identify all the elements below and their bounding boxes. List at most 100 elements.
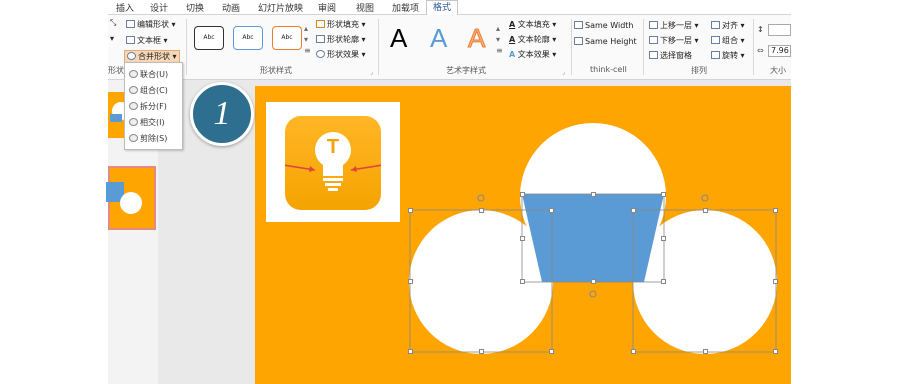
rotate-handle-icon[interactable] (477, 194, 485, 202)
edit-shape-button[interactable]: 编辑形状 ▾ (126, 19, 176, 30)
text-outline-icon: A (509, 35, 516, 44)
separator (186, 19, 187, 75)
rotate-icon (711, 51, 720, 59)
merge-shapes-menu: 联合(U) 组合(C) 拆分(F) 相交(I) 剪除(S) (124, 62, 183, 150)
dialog-launcher-icon[interactable]: ⌟ (370, 69, 373, 76)
menu-item-union[interactable]: 联合(U) (129, 69, 168, 80)
fragment-icon (129, 102, 138, 110)
same-height-icon (574, 37, 583, 45)
align-icon (711, 21, 720, 29)
resize-handle[interactable] (773, 349, 778, 354)
resize-handle[interactable] (661, 192, 666, 197)
tab-animations[interactable]: 动画 (222, 1, 240, 14)
send-backward-button[interactable]: 下移一层 ▾ (649, 35, 699, 46)
union-icon (129, 70, 138, 78)
menu-item-subtract[interactable]: 剪除(S) (129, 133, 167, 144)
resize-handle[interactable] (520, 192, 525, 197)
resize-handle[interactable] (631, 349, 636, 354)
selection-pane-icon (649, 51, 658, 59)
width-field[interactable]: 7.96 (768, 45, 791, 57)
resize-handle[interactable] (520, 236, 525, 241)
tab-design[interactable]: 设计 (150, 1, 168, 14)
tab-slideshow[interactable]: 幻灯片放映 (258, 1, 303, 14)
resize-handle[interactable] (549, 208, 554, 213)
bring-forward-icon (649, 21, 658, 29)
tab-insert[interactable]: 插入 (116, 1, 134, 14)
textbox-icon (126, 36, 135, 44)
selection-pane-button[interactable]: 选择窗格 (649, 50, 692, 61)
text-outline-button[interactable]: A 文本轮廓 ▾ (509, 34, 556, 45)
resize-handle[interactable] (703, 208, 708, 213)
rotate-button[interactable]: 旋转 ▾ (711, 50, 745, 61)
tab-view[interactable]: 视图 (356, 1, 374, 14)
resize-handle[interactable] (661, 236, 666, 241)
rotate-handle-icon[interactable] (701, 194, 709, 202)
ribbon: ⤡ ▾ 编辑形状 ▾ 文本框 ▾ 合并形状 ▾ 形状 Abc Abc Abc ▴… (108, 15, 791, 80)
menu-item-intersect[interactable]: 相交(I) (129, 117, 165, 128)
menu-item-fragment[interactable]: 拆分(F) (129, 101, 167, 112)
resize-handle[interactable] (661, 279, 666, 284)
resize-handle[interactable] (549, 349, 554, 354)
same-width-button[interactable]: Same Width (574, 21, 633, 30)
resize-handle[interactable] (520, 279, 525, 284)
resize-handle[interactable] (479, 208, 484, 213)
wordart-style-blue[interactable]: A (430, 25, 447, 51)
edit-shape-icon (126, 20, 135, 28)
textbox-button[interactable]: 文本框 ▾ (126, 35, 168, 46)
lightbulb-tile: T (285, 116, 381, 210)
resize-handle[interactable] (631, 208, 636, 213)
height-field[interactable] (768, 24, 791, 36)
resize-handle[interactable] (408, 208, 413, 213)
style-scroll-down-icon[interactable]: ▾ (304, 35, 308, 44)
shape-gallery-arrow[interactable]: ⤡ (110, 18, 116, 28)
wordart-style-orange[interactable]: A (467, 25, 485, 52)
rotate-handle-icon[interactable] (589, 290, 597, 298)
style-more-icon[interactable]: ≡ (304, 46, 311, 55)
group-icon (711, 36, 720, 44)
wordart-scroll-down-icon[interactable]: ▾ (496, 35, 500, 44)
separator (753, 19, 754, 75)
resize-handle[interactable] (773, 208, 778, 213)
resize-handle[interactable] (591, 279, 596, 284)
same-height-button[interactable]: Same Height (574, 37, 637, 46)
intersect-icon (129, 118, 138, 126)
shape-gallery-arrow-2[interactable]: ▾ (110, 34, 114, 43)
slide-thumbnail-2[interactable] (106, 166, 156, 230)
bring-forward-button[interactable]: 上移一层 ▾ (649, 20, 699, 31)
step-number-badge: 1 (190, 82, 254, 146)
shape-style-1[interactable]: Abc (194, 26, 224, 50)
blue-trapezoid[interactable] (522, 194, 664, 282)
tab-format[interactable]: 格式 (426, 0, 459, 15)
tab-review[interactable]: 审阅 (318, 1, 336, 14)
thinkcell-label: think-cell (590, 65, 627, 74)
menu-item-combine[interactable]: 组合(C) (129, 85, 168, 96)
resize-handle[interactable] (479, 349, 484, 354)
text-effects-button[interactable]: A 文本效果 ▾ (509, 49, 556, 60)
text-fill-button[interactable]: A 文本填充 ▾ (509, 19, 556, 30)
resize-handle[interactable] (773, 279, 778, 284)
thumb-blue-shape (110, 114, 122, 122)
shape-outline-button[interactable]: 形状轮廓 ▾ (316, 34, 366, 45)
shape-style-3[interactable]: Abc (272, 26, 302, 50)
group-button[interactable]: 组合 ▾ (711, 35, 745, 46)
shape-fill-button[interactable]: 形状填充 ▾ (316, 19, 366, 30)
wordart-more-icon[interactable]: ≡ (496, 46, 503, 55)
wordart-style-black[interactable]: A (390, 25, 407, 51)
tab-addins[interactable]: 加载项 (392, 1, 419, 14)
wordart-launcher-icon[interactable]: ⌟ (562, 69, 565, 76)
wordart-scroll-up-icon[interactable]: ▴ (496, 24, 500, 33)
resize-handle[interactable] (408, 349, 413, 354)
resize-handle[interactable] (408, 279, 413, 284)
shape-styles-label: 形状样式 (260, 66, 292, 75)
tab-transitions[interactable]: 切换 (186, 1, 204, 14)
lightbulb-icon (285, 132, 381, 191)
separator (643, 19, 644, 75)
width-icon: ⇔ (757, 46, 764, 55)
align-button[interactable]: 对齐 ▾ (711, 20, 745, 31)
size-label: 大小 (770, 66, 786, 75)
resize-handle[interactable] (591, 192, 596, 197)
style-scroll-up-icon[interactable]: ▴ (304, 24, 308, 33)
shape-effects-button[interactable]: 形状效果 ▾ (316, 49, 366, 60)
shape-style-2[interactable]: Abc (233, 26, 263, 50)
resize-handle[interactable] (703, 349, 708, 354)
